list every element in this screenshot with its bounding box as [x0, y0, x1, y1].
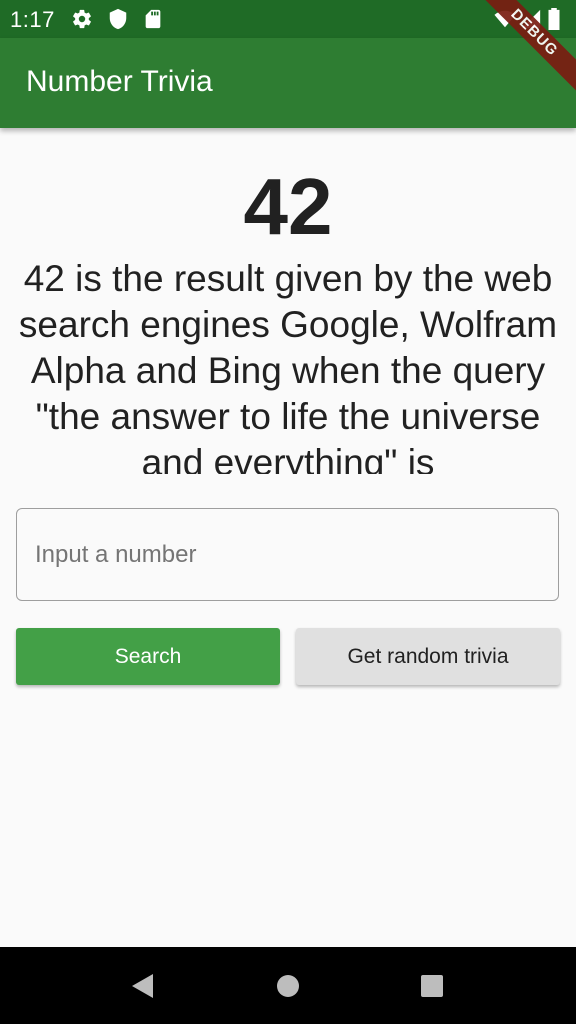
- number-input[interactable]: [16, 508, 559, 601]
- trivia-number: 42: [243, 162, 333, 251]
- battery-icon: [546, 8, 562, 30]
- app-screen: 1:17 Number Trivia DEBUG 42 42 is the re…: [0, 0, 576, 1024]
- search-button[interactable]: Search: [16, 628, 280, 685]
- recents-icon[interactable]: [415, 969, 449, 1003]
- app-bar: Number Trivia: [0, 38, 576, 128]
- trivia-text-container[interactable]: 42 is the result given by the web search…: [10, 256, 566, 474]
- shield-icon: [107, 8, 129, 30]
- navigation-bar: [0, 947, 576, 1024]
- status-bar: 1:17: [0, 0, 576, 38]
- back-icon[interactable]: [126, 969, 160, 1003]
- sd-card-icon: [142, 8, 164, 30]
- home-icon[interactable]: [271, 969, 305, 1003]
- app-title: Number Trivia: [26, 65, 213, 98]
- trivia-text: 42 is the result given by the web search…: [18, 258, 558, 474]
- gear-icon: [71, 8, 93, 30]
- random-trivia-button[interactable]: Get random trivia: [296, 628, 560, 685]
- status-time: 1:17: [10, 7, 55, 32]
